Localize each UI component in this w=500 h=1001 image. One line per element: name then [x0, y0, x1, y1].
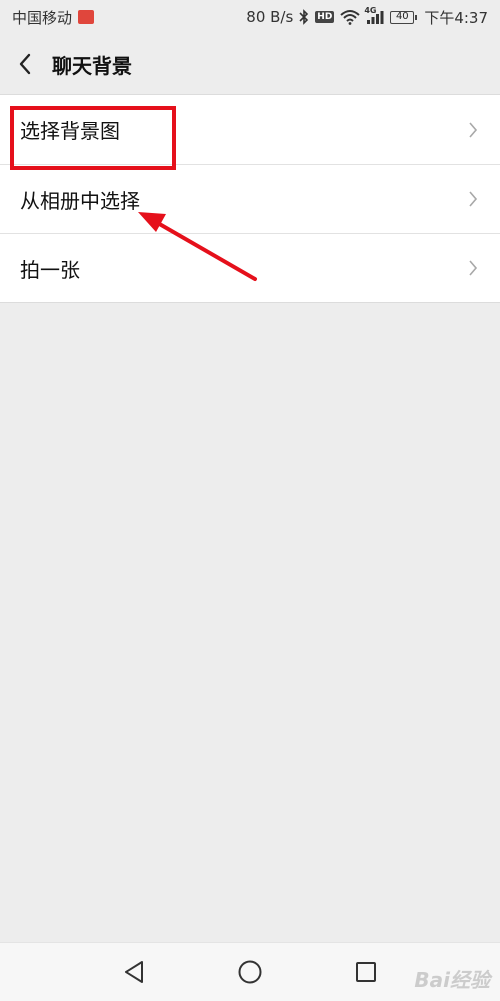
list-item-label: 拍一张: [20, 257, 80, 282]
back-button[interactable]: [14, 49, 36, 79]
hd-badge: HD: [315, 11, 335, 23]
nav-home-button[interactable]: [235, 957, 265, 987]
page-title: 聊天背景: [52, 53, 132, 78]
chevron-left-icon: [19, 53, 31, 75]
chevron-right-icon: [469, 121, 478, 138]
circle-home-icon: [238, 960, 262, 984]
signal-group: 4G: [364, 6, 384, 24]
nav-back-button[interactable]: [119, 957, 149, 987]
list-item-label: 从相册中选择: [20, 188, 140, 213]
system-nav-bar: Bai经验: [0, 942, 500, 1001]
status-time: 下午4:37: [424, 8, 488, 27]
network-type: 4G: [364, 6, 377, 15]
wifi-icon: [340, 10, 360, 25]
battery-indicator: 40: [390, 10, 418, 24]
network-speed: 80 B/s: [246, 8, 294, 26]
carrier-name: 中国移动: [12, 8, 73, 27]
nav-recents-button[interactable]: [351, 957, 381, 987]
status-right: 80 B/s HD 4G 40 下午4:37: [246, 6, 488, 28]
chevron-right-icon: [469, 260, 478, 276]
battery-level: 40: [395, 11, 409, 22]
bluetooth-icon: [299, 9, 309, 25]
list-item-select-background[interactable]: 选择背景图: [0, 95, 500, 164]
chevron-right-icon: [469, 191, 478, 207]
triangle-back-icon: [125, 961, 143, 983]
list-item-choose-from-album[interactable]: 从相册中选择: [0, 164, 500, 233]
square-recents-icon: [356, 962, 376, 982]
header: 聊天背景: [0, 34, 500, 94]
status-bar: 中国移动 80 B/s HD 4G 40 下午4:37: [0, 0, 500, 34]
options-list: 选择背景图 从相册中选择 拍一张: [0, 94, 500, 303]
list-item-label: 选择背景图: [20, 119, 120, 143]
carrier-badge-icon: [78, 10, 95, 24]
list-item-take-photo[interactable]: 拍一张: [0, 233, 500, 302]
watermark-text: Bai经验: [414, 968, 490, 992]
status-left: 中国移动: [12, 7, 95, 28]
